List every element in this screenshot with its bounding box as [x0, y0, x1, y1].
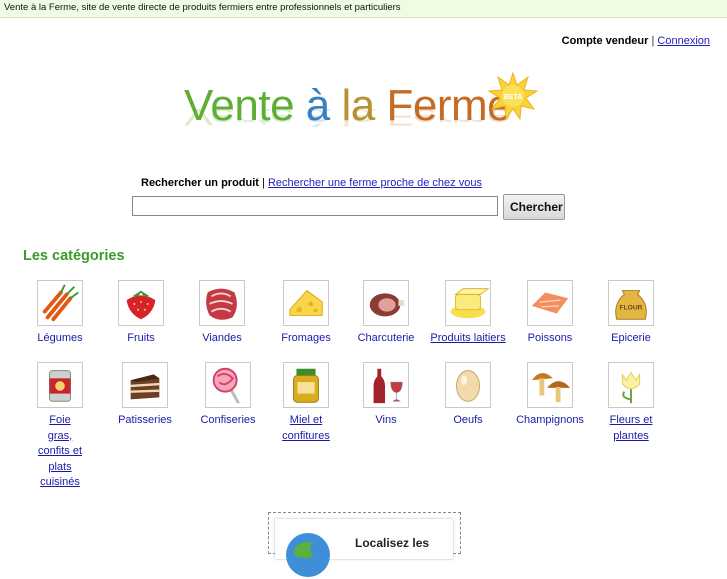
category-champignons[interactable]: Champignons — [510, 362, 590, 429]
tulip-icon — [608, 362, 654, 408]
site-logo[interactable]: Vente à la Ferme Vente à la Ferme BETA — [184, 67, 540, 157]
category-fromages[interactable]: Fromages — [266, 280, 346, 347]
category-label: Foie gras, confits et plats cuisinés — [37, 414, 83, 488]
separator: | — [651, 35, 655, 47]
category-label: Miel et confitures — [282, 414, 330, 442]
map-locator-card: Localisez les — [275, 519, 453, 577]
honey-jar-icon — [283, 362, 329, 408]
search-mode-links: Rechercher un produit | Rechercher une f… — [141, 177, 482, 189]
mushrooms-icon — [527, 362, 573, 408]
category-label: Patisseries — [118, 414, 172, 426]
category-label: Produits laitiers — [430, 332, 506, 344]
search-button[interactable]: Chercher — [503, 194, 565, 220]
separator: | — [262, 177, 265, 189]
category-label: Confiseries — [200, 414, 256, 426]
globe-icon — [286, 533, 330, 577]
flour-sack-icon: FLOUR — [608, 280, 654, 326]
search-input[interactable] — [132, 196, 498, 216]
category-oeufs[interactable]: Oeufs — [428, 362, 508, 429]
meat-icon — [199, 280, 245, 326]
category-label: Fruits — [127, 332, 155, 344]
category-label: Vins — [375, 414, 397, 426]
cake-icon — [122, 362, 168, 408]
category-label: Fromages — [281, 332, 331, 344]
egg-icon — [445, 362, 491, 408]
map-locator-box[interactable]: Localisez les — [268, 512, 461, 577]
carrots-icon — [37, 280, 83, 326]
seller-account-label: Compte vendeur — [561, 35, 649, 47]
category-confiseries[interactable]: Confiseries — [188, 362, 268, 429]
category-epicerie[interactable]: FLOUR Epicerie — [591, 280, 671, 347]
category-label: Viandes — [202, 332, 242, 344]
map-locator-text: Localisez les — [355, 536, 430, 550]
tin-can-icon — [37, 362, 83, 408]
search-farm-link[interactable]: Rechercher une ferme proche de chez vous — [268, 177, 482, 189]
category-label: Champignons — [516, 414, 584, 426]
category-label: Oeufs — [453, 414, 483, 426]
category-foie-gras[interactable]: Foie gras, confits et plats cuisinés — [20, 362, 100, 491]
strawberry-icon — [118, 280, 164, 326]
wine-icon — [363, 362, 409, 408]
category-viandes[interactable]: Viandes — [182, 280, 262, 347]
search-product-label: Rechercher un produit — [141, 177, 259, 189]
svg-text:FLOUR: FLOUR — [619, 305, 642, 312]
login-link[interactable]: Connexion — [657, 35, 710, 47]
category-fruits[interactable]: Fruits — [101, 280, 181, 347]
category-fleurs[interactable]: Fleurs et plantes — [591, 362, 671, 444]
beta-star-badge: BETA — [488, 71, 538, 121]
ham-icon — [363, 280, 409, 326]
svg-text:BETA: BETA — [504, 94, 523, 101]
category-vins[interactable]: Vins — [346, 362, 426, 429]
site-tagline: Vente à la Ferme, site de vente directe … — [4, 2, 401, 13]
category-label: Légumes — [37, 332, 83, 344]
category-charcuterie[interactable]: Charcuterie — [346, 280, 426, 347]
category-poissons[interactable]: Poissons — [510, 280, 590, 347]
category-miel[interactable]: Miel et confitures — [266, 362, 346, 444]
category-label: Charcuterie — [357, 332, 415, 344]
category-patisseries[interactable]: Patisseries — [105, 362, 185, 429]
category-legumes[interactable]: Légumes — [20, 280, 100, 347]
categories-heading: Les catégories — [23, 248, 125, 264]
category-produits-laitiers[interactable]: Produits laitiers — [428, 280, 508, 347]
category-label: Poissons — [527, 332, 573, 344]
category-label: Fleurs et plantes — [609, 414, 653, 442]
account-links: Compte vendeur | Connexion — [562, 35, 710, 47]
top-banner: Vente à la Ferme, site de vente directe … — [0, 0, 727, 18]
logo-reflection: Vente à la Ferme — [184, 103, 512, 131]
butter-icon — [445, 280, 491, 326]
cheese-icon — [283, 280, 329, 326]
category-label: Epicerie — [611, 332, 651, 344]
salmon-icon — [527, 280, 573, 326]
lollipop-icon — [205, 362, 251, 408]
